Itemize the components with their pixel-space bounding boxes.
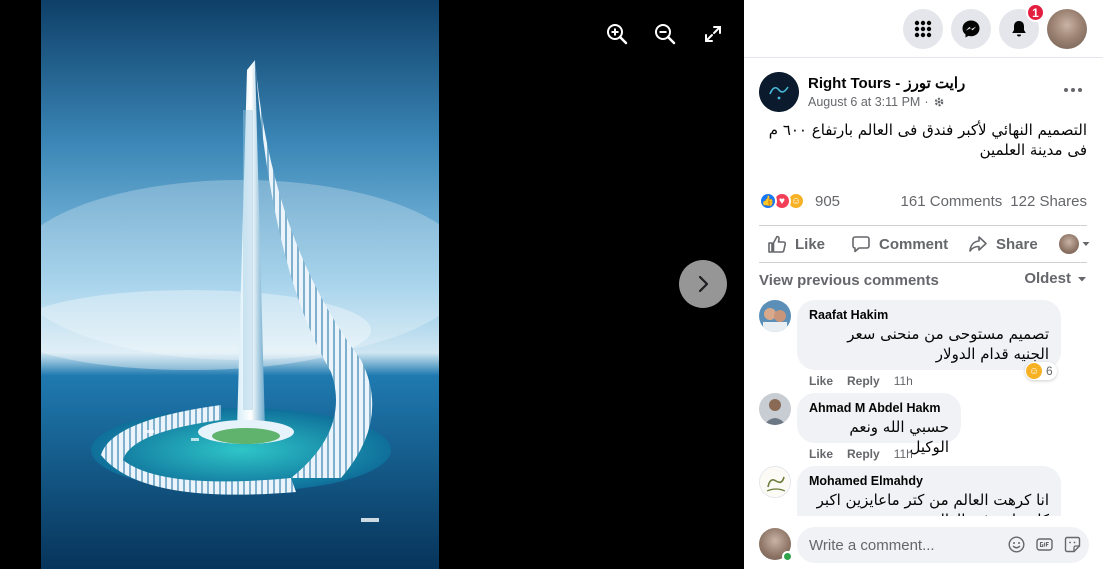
reactions-count[interactable]: 905 [815, 193, 840, 210]
haha-reaction-icon: ☺ [1026, 363, 1042, 379]
zoom-out-button[interactable] [651, 20, 679, 48]
comment-text: تصميم مستوحى من منحنى سعر الجنيه قدام ال… [847, 325, 1049, 363]
thumbs-up-icon [768, 235, 787, 253]
comment-time[interactable]: 11h [894, 374, 913, 388]
more-options-button[interactable] [1057, 78, 1089, 102]
avatar[interactable] [759, 393, 791, 425]
menu-button[interactable] [903, 9, 943, 49]
fullscreen-button[interactable] [699, 20, 727, 48]
comment-actions: Like Reply 11h [809, 447, 913, 461]
post-actions: Like Comment Share [759, 225, 1090, 263]
comment-actions: Like Reply 11h [809, 374, 913, 388]
commenter-name[interactable]: Mohamed Elmahdy [809, 474, 1049, 488]
commenter-name[interactable]: Ahmad M Abdel Hakm [809, 401, 949, 415]
grid-menu-icon [914, 20, 932, 38]
page-logo [759, 72, 799, 112]
chevron-right-icon [698, 275, 709, 293]
post-meta: August 6 at 3:11 PM · [808, 95, 945, 109]
like-button[interactable]: Like [767, 234, 825, 254]
comment-label: Comment [879, 235, 949, 253]
comment-like-button[interactable]: Like [809, 447, 833, 461]
post-text: التصميم النهائي لأكبر فندق فى العالم بار… [768, 121, 1087, 159]
page-name[interactable]: Right Tours - رايت تورز [808, 74, 965, 92]
post-stats: 👍 ♥ ☺ 905 161 Comments 122 Shares [759, 190, 1087, 212]
view-previous-comments-link[interactable]: View previous comments [759, 272, 939, 289]
comment-reply-button[interactable]: Reply [847, 374, 880, 388]
comment-bubble: Raafat Hakim تصميم مستوحى من منحنى سعر ا… [797, 300, 1061, 370]
react-as-selector[interactable] [1059, 234, 1091, 254]
comment-reply-button[interactable]: Reply [847, 447, 880, 461]
commenter-photo [759, 300, 791, 332]
commenter-name[interactable]: Raafat Hakim [809, 308, 1049, 322]
dot-icon [1064, 88, 1068, 92]
comment-sort-dropdown[interactable]: Oldest [1024, 270, 1087, 287]
reactions-summary[interactable]: 👍 ♥ ☺ [759, 192, 805, 210]
next-photo-button[interactable] [679, 260, 727, 308]
comment-composer [744, 520, 1103, 569]
caret-down-icon [1082, 242, 1090, 246]
zoom-in-button[interactable] [603, 20, 631, 48]
notifications-button[interactable]: 1 [999, 3, 1045, 49]
page-avatar[interactable] [759, 72, 799, 112]
avatar [1059, 234, 1079, 254]
comment-reaction-count: 6 [1046, 364, 1053, 378]
zoom-out-icon [655, 24, 676, 45]
bell-icon [1012, 21, 1026, 37]
online-status-dot [782, 551, 793, 562]
comment-button[interactable]: Comment [851, 234, 948, 254]
comments-list: Raafat Hakim تصميم مستوحى من منحنى سعر ا… [759, 300, 1089, 516]
comment-reactions[interactable]: ☺ 6 [1025, 362, 1057, 380]
like-label: Like [795, 235, 826, 253]
gif-icon [1035, 537, 1053, 551]
avatar[interactable] [759, 466, 791, 498]
comments-toolbar: View previous comments Oldest [759, 270, 1087, 290]
messenger-button[interactable] [951, 9, 991, 49]
messenger-icon [962, 20, 980, 38]
caret-down-icon [1078, 276, 1086, 281]
sticker-icon [1064, 536, 1080, 552]
dot-icon [1071, 88, 1075, 92]
post-photo[interactable] [41, 0, 439, 569]
shares-count[interactable]: 122 Shares [1010, 193, 1087, 210]
top-bar: 1 [744, 0, 1103, 58]
share-button[interactable]: Share [968, 234, 1038, 254]
post-header: Right Tours - رايت تورز August 6 at 3:11… [759, 72, 1089, 116]
gear-icon[interactable] [933, 96, 945, 108]
commenter-photo [759, 393, 791, 425]
sticker-button[interactable] [1063, 535, 1081, 553]
emoji-button[interactable] [1007, 535, 1025, 553]
post-panel: 1 Right Tours - رايت تورز August 6 at 3:… [744, 0, 1103, 569]
expand-icon [705, 26, 721, 42]
zoom-in-icon [607, 24, 628, 45]
comment-bubble: Ahmad M Abdel Hakm حسبي الله ونعم الوكيل [797, 393, 961, 456]
share-icon [969, 236, 987, 252]
emoji-icon [1007, 535, 1025, 553]
post-date[interactable]: August 6 at 3:11 PM [808, 95, 920, 109]
comment-bubble: Mohamed Elmahdy انا كرهت العالم من كتر م… [797, 466, 1061, 516]
comment-like-button[interactable]: Like [809, 374, 833, 388]
sort-label: Oldest [1024, 270, 1071, 287]
comment-time[interactable]: 11h [894, 447, 913, 461]
photo-viewer [0, 0, 744, 569]
account-avatar[interactable] [1047, 9, 1087, 49]
share-label: Share [996, 235, 1038, 253]
notification-badge: 1 [1026, 3, 1045, 22]
comments-count[interactable]: 161 Comments [901, 193, 1003, 210]
commenter-photo [760, 467, 790, 497]
comment-icon [852, 236, 870, 253]
avatar[interactable] [759, 300, 791, 332]
like-reaction-icon: 👍 [759, 192, 777, 210]
dot-icon [1078, 88, 1082, 92]
gif-button[interactable] [1035, 535, 1053, 553]
comment-text: انا كرهت العالم من كتر ماعايزين اكبر كل … [816, 491, 1049, 516]
